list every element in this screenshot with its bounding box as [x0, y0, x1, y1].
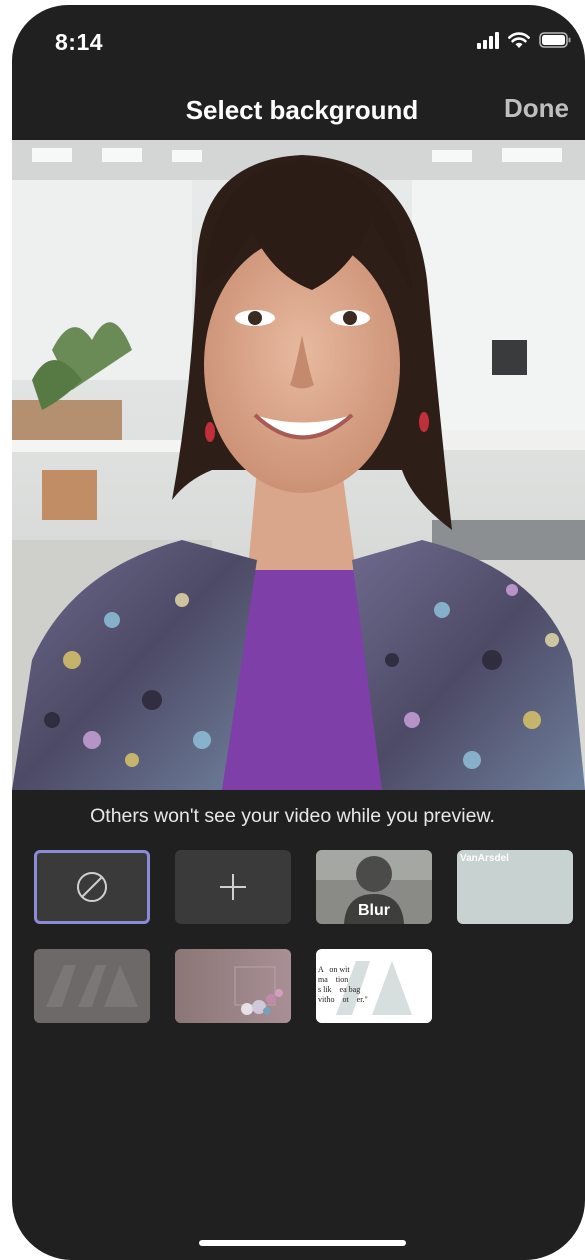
no-background-icon	[37, 853, 147, 921]
background-option-none[interactable]	[34, 850, 150, 924]
preview-hint: Others won't see your video while you pr…	[90, 805, 495, 827]
va-logo-icon	[34, 949, 150, 1023]
quote-text: A on wit ma tion s lik ea bag vitho ot e…	[318, 965, 368, 1004]
background-option-va-dark[interactable]	[34, 949, 150, 1023]
page-title: Select background	[185, 95, 419, 125]
background-option-quote[interactable]: A on wit ma tion s lik ea bag vitho ot e…	[316, 949, 432, 1023]
add-background-button[interactable]	[175, 850, 291, 924]
video-preview	[12, 140, 585, 790]
app-screen: 8:14 Select background Done Others won't…	[12, 5, 585, 1260]
status-time: 8:14	[55, 29, 104, 55]
blur-label: Blur	[358, 902, 390, 919]
battery-icon	[539, 32, 571, 48]
signal-icon	[477, 31, 499, 49]
vanarsdel-logo-text: VanArsdel	[460, 853, 509, 864]
background-option-vanarsdel[interactable]: VanArsdel	[457, 850, 573, 924]
background-option-pink-room[interactable]	[175, 949, 291, 1023]
home-indicator	[199, 1240, 406, 1246]
done-button[interactable]: Done	[504, 93, 569, 124]
status-icons	[477, 31, 571, 49]
wifi-icon	[507, 31, 531, 49]
camera-preview-image	[12, 140, 585, 790]
background-option-blur[interactable]: Blur	[316, 850, 432, 924]
navigation-bar: Select background Done	[12, 85, 585, 140]
plus-icon	[175, 850, 291, 924]
status-bar: 8:14	[12, 5, 585, 85]
pink-room-image	[175, 949, 291, 1023]
